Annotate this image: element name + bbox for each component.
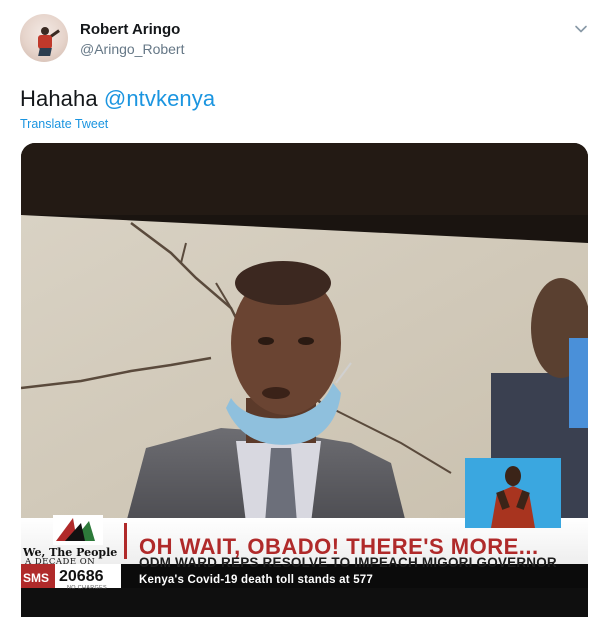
tv-sms-sub: NO CHARGES <box>67 585 107 591</box>
avatar[interactable] <box>20 14 68 62</box>
translate-tweet-link[interactable]: Translate Tweet <box>20 117 108 131</box>
tweet-card[interactable]: Robert Aringo @Aringo_Robert Hahaha @ntv… <box>0 0 598 617</box>
author-handle[interactable]: @Aringo_Robert <box>80 41 185 57</box>
tweet-text: Hahaha @ntvkenya <box>20 86 215 112</box>
tv-sms-label: SMS <box>23 571 50 585</box>
tweet-media-image[interactable]: OH WAIT, OBADO! THERE'S MORE... ODM WARD… <box>21 143 588 617</box>
avatar-figure-body <box>38 35 52 49</box>
tv-news-ticker: Kenya's Covid-19 death toll stands at 57… <box>139 574 373 586</box>
tv-brand-line2: A DECADE ON <box>25 557 96 567</box>
tweet-text-body: Hahaha <box>20 86 104 111</box>
author-name[interactable]: Robert Aringo <box>80 21 180 38</box>
avatar-figure-legs <box>38 48 52 56</box>
mention-link[interactable]: @ntvkenya <box>104 86 215 111</box>
tv-sms-number: 20686 <box>59 568 104 585</box>
avatar-figure-head <box>41 27 49 35</box>
tv-subheadline: ODM WARD REPS RESOLVE TO IMPEACH MIGORI … <box>139 555 557 570</box>
chevron-down-icon[interactable] <box>572 20 590 38</box>
